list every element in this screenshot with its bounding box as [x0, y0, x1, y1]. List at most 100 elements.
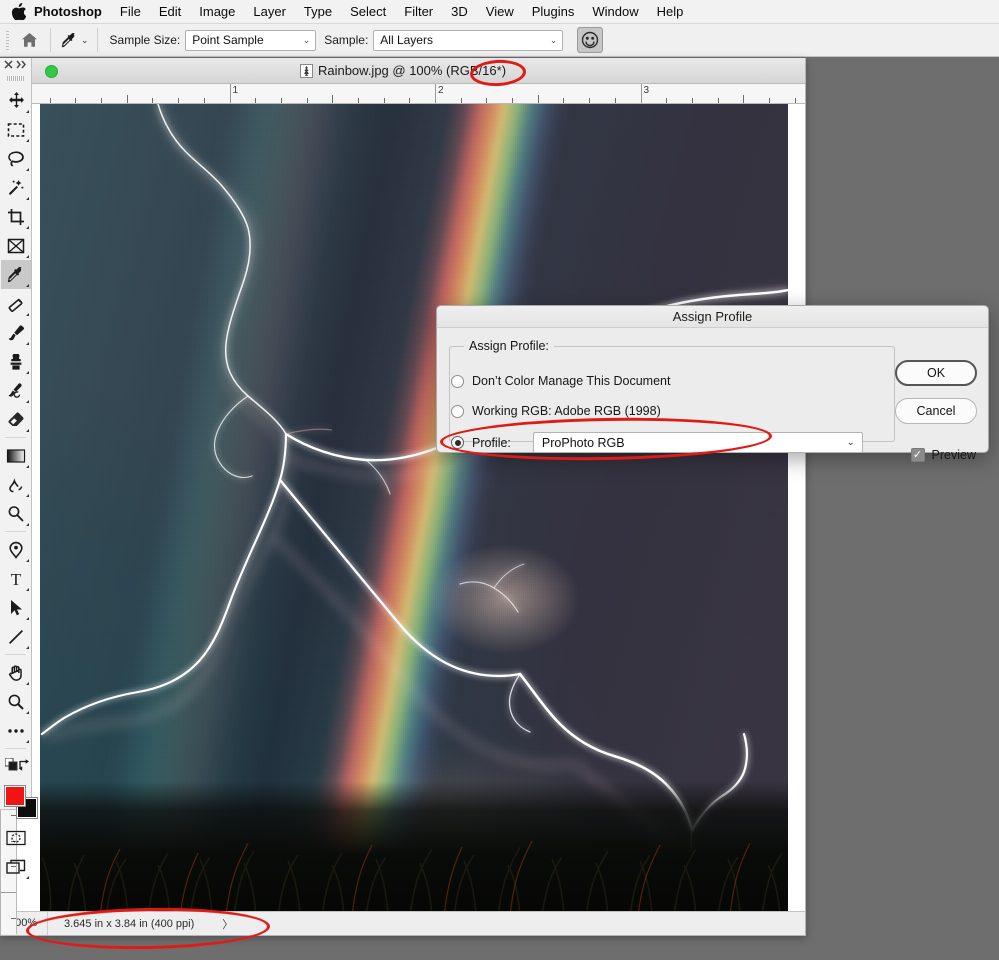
status-chevron-icon[interactable]: 〉 — [222, 916, 233, 932]
document-info[interactable]: 3.645 in x 3.84 in (400 ppi) 〉 — [48, 916, 233, 932]
chevron-double-right-icon[interactable] — [16, 60, 27, 71]
blur-tool[interactable] — [1, 470, 31, 499]
photoshop-doc-icon — [299, 63, 313, 78]
radio-button-icon-3[interactable] — [451, 436, 464, 449]
clone-stamp-tool[interactable] — [1, 347, 31, 376]
lasso-tool[interactable] — [1, 144, 31, 173]
path-selection-tool[interactable] — [1, 593, 31, 622]
crop-icon — [8, 208, 24, 225]
edit-toolbar-button[interactable] — [1, 716, 31, 745]
menu-item-type[interactable]: Type — [295, 0, 341, 24]
radio-working-rgb[interactable]: Working RGB: Adobe RGB (1998) — [451, 404, 661, 418]
default-colors-icon[interactable] — [4, 757, 18, 776]
document-status-bar: 100% 3.645 in x 3.84 in (400 ppi) 〉 — [1, 911, 805, 935]
group-legend: Assign Profile: — [464, 339, 554, 353]
green-window-button[interactable] — [45, 65, 58, 78]
material-picker-icon[interactable] — [577, 27, 604, 53]
line-icon — [8, 629, 24, 644]
menu-item-view[interactable]: View — [477, 0, 523, 24]
frame-tool[interactable] — [1, 231, 31, 260]
menu-item-photoshop[interactable]: Photoshop — [26, 0, 111, 24]
marquee-tool[interactable] — [1, 115, 31, 144]
radio-label-1: Don’t Color Manage This Document — [472, 374, 671, 388]
sample-size-select[interactable]: Point Sample ⌄ — [185, 29, 317, 51]
cancel-button[interactable]: Cancel — [895, 398, 977, 424]
menu-item-plugins[interactable]: Plugins — [523, 0, 584, 24]
brush-tool[interactable] — [1, 318, 31, 347]
radio-button-icon-2[interactable] — [451, 404, 464, 418]
menu-item-edit[interactable]: Edit — [150, 0, 190, 24]
svg-text:T: T — [11, 570, 22, 588]
document-dimensions: 3.645 in x 3.84 in (400 ppi) — [64, 917, 195, 930]
line-tool[interactable] — [1, 622, 31, 651]
preview-label: Preview — [931, 448, 976, 462]
photoshop-screen: Photoshop File Edit Image Layer Type Sel… — [0, 0, 999, 960]
eraser-tool[interactable] — [1, 405, 31, 434]
apple-logo-icon[interactable] — [0, 3, 26, 20]
menu-item-3d[interactable]: 3D — [442, 0, 477, 24]
hand-icon — [9, 664, 22, 681]
smudge-icon — [9, 477, 23, 492]
eyedropper-icon — [7, 266, 22, 282]
menu-item-filter[interactable]: Filter — [395, 0, 442, 24]
close-icon[interactable] — [4, 60, 13, 71]
screen-mode-button[interactable] — [1, 852, 31, 881]
quick-mask-button[interactable] — [1, 823, 31, 852]
pen-tool[interactable] — [1, 535, 31, 564]
options-bar-grip[interactable] — [3, 29, 12, 51]
tools-panel-grip[interactable] — [7, 74, 24, 83]
sample-label: Sample: — [324, 33, 369, 47]
sample-select[interactable]: All Layers ⌄ — [373, 29, 564, 51]
menu-item-select[interactable]: Select — [341, 0, 395, 24]
move-tool[interactable] — [1, 86, 31, 115]
swap-colors-icon[interactable] — [18, 758, 31, 776]
chevron-down-icon-3: ⌄ — [846, 437, 855, 448]
history-brush-tool[interactable] — [1, 376, 31, 405]
radio-label-2: Working RGB: Adobe RGB (1998) — [472, 404, 661, 418]
radio-dont-color-manage[interactable]: Don’t Color Manage This Document — [451, 374, 670, 388]
healing-brush-tool[interactable] — [1, 289, 31, 318]
menu-item-file[interactable]: File — [111, 0, 150, 24]
dodge-icon — [8, 505, 24, 522]
tool-preset-caret[interactable]: ⌄ — [81, 35, 89, 46]
foreground-color-swatch[interactable] — [4, 785, 26, 807]
color-swatches — [0, 783, 38, 823]
eyedropper-tool[interactable] — [1, 260, 31, 289]
home-icon[interactable] — [12, 32, 46, 48]
hand-tool[interactable] — [1, 658, 31, 687]
gradient-tool[interactable] — [1, 441, 31, 470]
document-title-bar[interactable]: Rainbow.jpg @ 100% (RGB/16*) — [1, 58, 805, 84]
object-selection-tool[interactable] — [1, 173, 31, 202]
type-icon: T — [11, 570, 22, 588]
profile-select[interactable]: ProPhoto RGB ⌄ — [532, 432, 863, 453]
radio-profile[interactable]: Profile: ProPhoto RGB ⌄ — [451, 432, 863, 453]
zoom-tool[interactable] — [1, 687, 31, 716]
menu-item-layer[interactable]: Layer — [244, 0, 295, 24]
options-bar: ⌄ Sample Size: Point Sample ⌄ Sample: Al… — [0, 24, 999, 57]
menu-bar: Photoshop File Edit Image Layer Type Sel… — [0, 0, 999, 24]
sample-size-value: Point Sample — [192, 33, 264, 47]
crop-tool[interactable] — [1, 202, 31, 231]
image-canvas[interactable] — [40, 104, 788, 916]
current-tool-preset[interactable]: ⌄ — [55, 32, 93, 49]
tools-panel: T — [0, 58, 38, 879]
healing-brush-icon — [8, 298, 23, 312]
canvas-area[interactable] — [17, 104, 805, 934]
preview-checkbox-row[interactable]: ✓ Preview — [910, 448, 976, 462]
horizontal-ruler[interactable]: 123 — [17, 84, 805, 104]
document-window: Rainbow.jpg @ 100% (RGB/16*) 123 100% 3.… — [0, 58, 806, 936]
path-arrow-icon — [10, 599, 22, 615]
type-tool[interactable]: T — [1, 564, 31, 593]
ok-button[interactable]: OK — [895, 360, 977, 386]
sample-value: All Layers — [380, 33, 433, 47]
dodge-tool[interactable] — [1, 499, 31, 528]
gradient-icon — [6, 448, 26, 463]
document-title-text: Rainbow.jpg @ 100% (RGB/16*) — [317, 63, 507, 78]
checkbox-icon[interactable]: ✓ — [910, 448, 925, 462]
radio-button-icon-1[interactable] — [451, 374, 464, 388]
menu-item-image[interactable]: Image — [190, 0, 244, 24]
menu-item-window[interactable]: Window — [583, 0, 647, 24]
chevron-down-icon-2: ⌄ — [549, 34, 558, 45]
menu-item-help[interactable]: Help — [648, 0, 693, 24]
options-divider — [50, 28, 51, 52]
